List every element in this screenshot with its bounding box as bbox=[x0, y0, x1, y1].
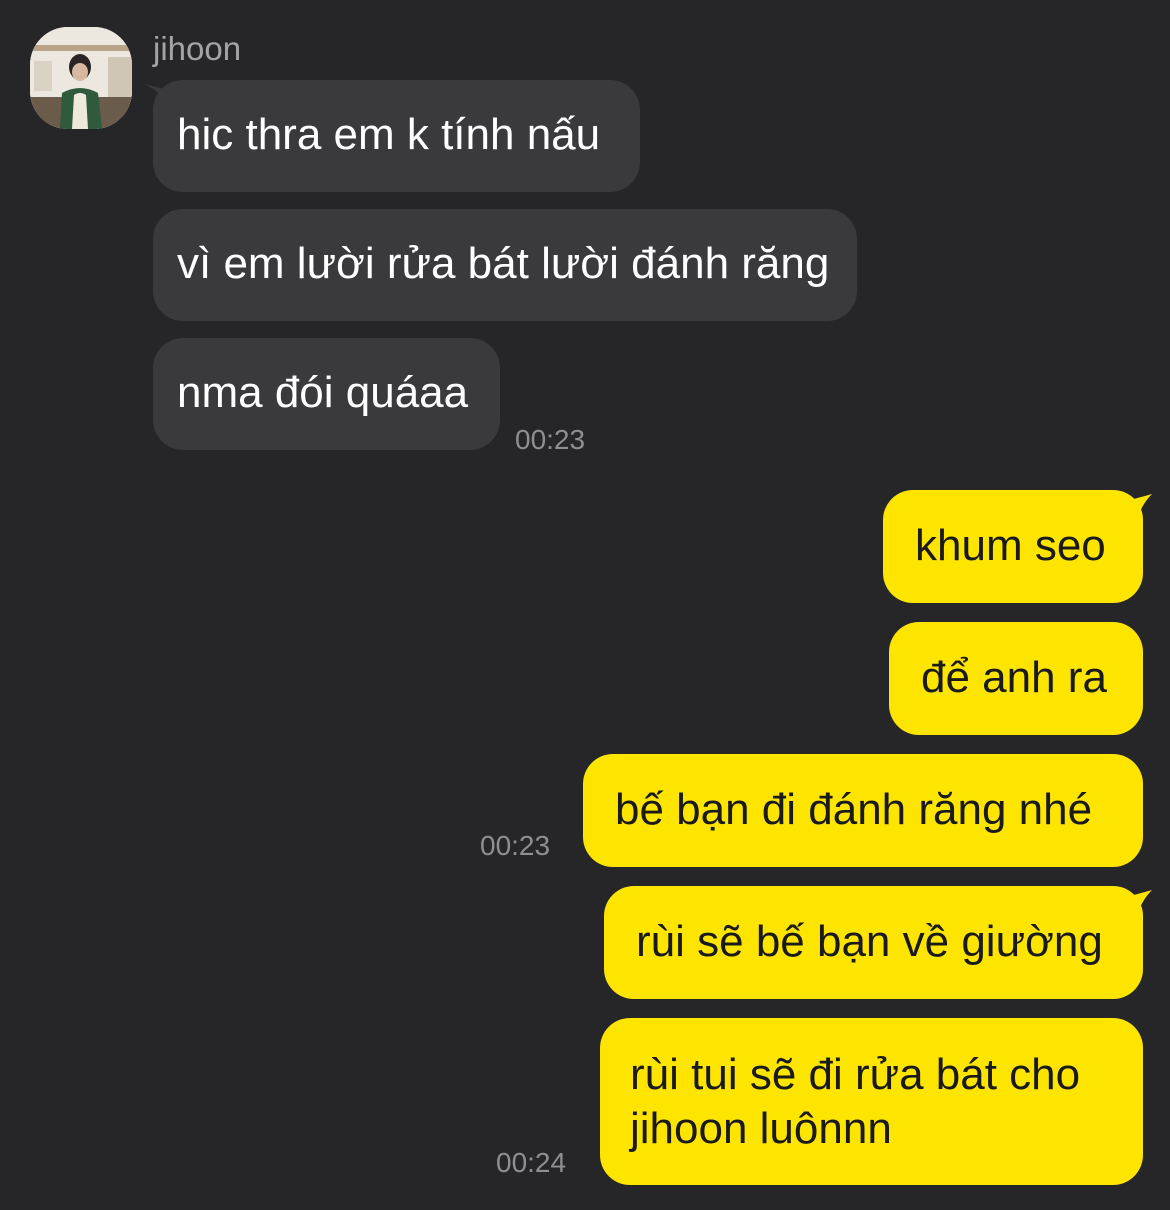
avatar[interactable] bbox=[30, 27, 132, 129]
profile-photo-icon bbox=[30, 27, 132, 129]
incoming-message-bubble[interactable]: vì em lười rửa bát lười đánh răng bbox=[153, 209, 857, 321]
outgoing-message-bubble[interactable]: bế bạn đi đánh răng nhé bbox=[583, 754, 1143, 867]
outgoing-message-bubble[interactable]: khum seo bbox=[883, 490, 1143, 603]
message-text: để anh ra bbox=[921, 653, 1107, 702]
message-text-line-2: jihoon luônnn bbox=[630, 1104, 892, 1153]
message-text: rùi sẽ bế bạn về giường bbox=[636, 917, 1103, 966]
outgoing-message-bubble[interactable]: để anh ra bbox=[889, 622, 1143, 735]
sender-name: jihoon bbox=[153, 30, 242, 67]
message-timestamp: 00:23 bbox=[515, 424, 586, 455]
message-text: hic thra em k tính nấu bbox=[177, 110, 601, 159]
incoming-message-bubble[interactable]: hic thra em k tính nấu bbox=[153, 80, 640, 192]
message-text: khum seo bbox=[915, 521, 1106, 570]
message-text: nma đói quáaa bbox=[177, 368, 469, 417]
outgoing-message-bubble[interactable]: rùi sẽ bế bạn về giường bbox=[604, 886, 1143, 999]
message-text: vì em lười rửa bát lười đánh răng bbox=[177, 239, 830, 288]
message-timestamp: 00:23 bbox=[480, 830, 551, 861]
message-text: bế bạn đi đánh răng nhé bbox=[615, 785, 1093, 834]
incoming-message-bubble[interactable]: nma đói quáaa bbox=[153, 338, 500, 450]
message-timestamp: 00:24 bbox=[496, 1147, 567, 1178]
message-text-line-1: rùi tui sẽ đi rửa bát cho bbox=[630, 1050, 1081, 1099]
outgoing-message-bubble[interactable]: rùi tui sẽ đi rửa bát cho jihoon luônnn bbox=[600, 1018, 1143, 1185]
